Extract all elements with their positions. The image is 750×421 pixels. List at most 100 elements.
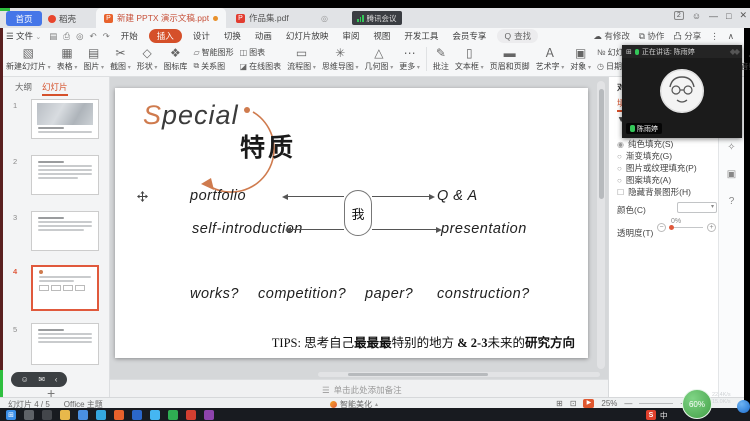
transparency-minus-button[interactable]: − bbox=[657, 223, 666, 232]
tab-docer[interactable]: 稻壳 bbox=[48, 11, 76, 26]
collab-toolbar-pill[interactable]: ☺ ✉ ‹ bbox=[11, 372, 67, 387]
browser-icon[interactable] bbox=[78, 409, 88, 420]
scrollbar-thumb[interactable] bbox=[598, 89, 604, 199]
wechat-icon[interactable] bbox=[168, 409, 178, 420]
collapse-icon[interactable]: ‹ bbox=[55, 375, 58, 384]
tray-assistant-icon[interactable] bbox=[737, 400, 750, 413]
start-button[interactable]: ⊞ bbox=[6, 409, 16, 420]
tencent-meeting-window[interactable]: ⊞ 正在讲话: 陈雨婷 ◆◆ 陈雨婷 bbox=[622, 45, 742, 138]
meeting-mini-bar[interactable]: 腾讯会议 bbox=[352, 11, 402, 25]
connector-arrow-left-1[interactable] bbox=[282, 193, 344, 200]
horizontal-scrollbar[interactable] bbox=[318, 372, 600, 377]
comment-button[interactable]: ✎ 批注 bbox=[433, 46, 449, 72]
tab-home[interactable]: 首页 bbox=[6, 11, 42, 26]
bottom-label-works[interactable]: works? bbox=[190, 286, 239, 302]
menu-tab-design[interactable]: 设计 bbox=[190, 29, 213, 43]
slide-thumbnail-1[interactable]: 1 bbox=[3, 99, 110, 143]
slide-thumbnail-2[interactable]: 2 bbox=[3, 155, 110, 199]
tab-document-pptx[interactable]: P 新建 PPTX 演示文稿.pptx bbox=[96, 8, 226, 28]
shapes-button[interactable]: ◇ 形状 bbox=[137, 46, 158, 72]
collaborate-button[interactable]: ⧉ 协作 bbox=[639, 30, 664, 42]
connector-arrow-right-2[interactable] bbox=[372, 226, 442, 233]
comment-icon[interactable]: ✉ bbox=[38, 375, 45, 384]
qq-icon[interactable] bbox=[150, 409, 160, 420]
search-taskbar-icon[interactable] bbox=[24, 409, 34, 420]
more-icon[interactable]: ⋮ bbox=[710, 31, 719, 42]
option-picture-fill[interactable]: ○ 图片或纹理填充(P) bbox=[617, 162, 697, 174]
header-footer-button[interactable]: ▬ 页眉和页脚 bbox=[490, 46, 530, 72]
wps-icon[interactable] bbox=[114, 409, 124, 420]
redo-icon[interactable]: ↷ bbox=[103, 31, 110, 42]
table-button[interactable]: ▦ 表格 bbox=[57, 46, 78, 72]
color-dropdown[interactable] bbox=[677, 202, 717, 213]
bottom-label-competition[interactable]: competition? bbox=[258, 286, 346, 302]
maximize-icon[interactable]: □ bbox=[726, 11, 731, 21]
editing-canvas[interactable]: Special 特质 portfolio 我 Q & A self-introd… bbox=[110, 77, 608, 397]
mindmap-button[interactable]: ✳ 思维导图 bbox=[322, 46, 359, 72]
slide-thumbnail-5[interactable]: 5 bbox=[3, 323, 110, 369]
option-solid-fill[interactable]: ◉ 纯色填充(S) bbox=[617, 138, 673, 150]
smartart-button[interactable]: ▱ 智能图形 bbox=[193, 47, 233, 58]
slide-4[interactable]: Special 特质 portfolio 我 Q & A self-introd… bbox=[115, 88, 588, 358]
textbox-button[interactable]: ▯ 文本框 bbox=[455, 46, 484, 72]
tab-outline[interactable]: 大纲 bbox=[15, 81, 32, 96]
option-gradient-fill[interactable]: ○ 渐变填充(G) bbox=[617, 150, 672, 162]
beautify-tool-icon[interactable]: ✧ bbox=[727, 142, 735, 153]
menu-tab-review[interactable]: 审阅 bbox=[339, 29, 362, 43]
chart-button[interactable]: ◫ 图表 bbox=[240, 47, 282, 58]
print-icon[interactable]: ⎙ bbox=[63, 31, 70, 42]
option-hide-background[interactable]: ☐ 隐藏背景图形(H) bbox=[617, 186, 691, 198]
diagram-label-presentation[interactable]: presentation bbox=[441, 221, 527, 237]
tips-text[interactable]: TIPS: 思考自己最最最特别的地方 & 2-3未来的研究方向 bbox=[272, 332, 575, 351]
geometry-button[interactable]: △ 几何图 bbox=[365, 46, 394, 72]
connector-arrow-right-1[interactable] bbox=[372, 193, 435, 200]
workspace-badge[interactable]: 2 bbox=[673, 11, 684, 20]
share-button[interactable]: 凸 分享 bbox=[673, 30, 701, 42]
zoom-slider[interactable] bbox=[639, 403, 674, 404]
play-slideshow-button[interactable]: ▶ bbox=[583, 399, 595, 408]
online-chart-button[interactable]: ◪ 在线图表 bbox=[240, 61, 282, 72]
flowchart-button[interactable]: ▭ 流程图 bbox=[287, 46, 316, 72]
relation-chart-button[interactable]: ⧉ 关系图 bbox=[193, 61, 233, 72]
save-icon[interactable]: ▤ bbox=[49, 31, 57, 42]
notes-bar[interactable]: ☰ 单击此处添加备注 bbox=[110, 379, 608, 397]
slide-thumbnail-4-selected[interactable]: 4 bbox=[3, 265, 110, 315]
menu-tab-home[interactable]: 开始 bbox=[118, 29, 141, 43]
app-icon[interactable] bbox=[204, 409, 214, 420]
bottom-label-paper[interactable]: paper? bbox=[365, 286, 413, 302]
pane-tool-icon[interactable]: ▣ bbox=[727, 169, 736, 180]
new-slide-button[interactable]: ▧ 新建幻灯片 bbox=[6, 46, 51, 72]
menu-tab-member[interactable]: 会员专享 bbox=[449, 29, 489, 43]
taskview-icon[interactable] bbox=[42, 409, 52, 420]
collapse-ribbon-icon[interactable]: ∧ bbox=[728, 31, 734, 42]
scrollbar-thumb[interactable] bbox=[348, 373, 488, 376]
sogou-input-icon[interactable]: S bbox=[646, 410, 656, 420]
zoom-level[interactable]: 25% bbox=[601, 399, 617, 408]
zoom-out-icon[interactable]: — bbox=[624, 399, 632, 408]
option-pattern-fill[interactable]: ○ 图案填充(A) bbox=[617, 174, 671, 186]
account-avatar[interactable]: ☺ bbox=[692, 11, 701, 21]
app-icon[interactable] bbox=[132, 409, 142, 420]
menu-tab-insert[interactable]: 插入 bbox=[148, 29, 182, 43]
preview-icon[interactable]: ◎ bbox=[76, 31, 83, 42]
tab-document-pdf[interactable]: P 作品集.pdf ◎ bbox=[228, 8, 336, 28]
app-icon[interactable] bbox=[186, 409, 196, 420]
app-icon[interactable] bbox=[96, 409, 106, 420]
meeting-header[interactable]: ⊞ 正在讲话: 陈雨婷 ◆◆ bbox=[622, 45, 742, 58]
menu-tab-animation[interactable]: 动画 bbox=[252, 29, 275, 43]
tab-slides[interactable]: 幻灯片 bbox=[42, 81, 68, 96]
tab-close-icon[interactable]: ◎ bbox=[321, 14, 328, 23]
menu-tab-transition[interactable]: 切换 bbox=[221, 29, 244, 43]
system-monitor-ball[interactable]: 60% bbox=[682, 389, 712, 419]
minimize-icon[interactable]: — bbox=[709, 11, 718, 21]
slide-thumbnail-3[interactable]: 3 bbox=[3, 211, 110, 255]
slide-title-cn[interactable]: 特质 bbox=[240, 128, 296, 164]
transparency-slider[interactable] bbox=[669, 224, 703, 230]
vertical-scrollbar[interactable] bbox=[597, 81, 605, 369]
menu-tab-devtools[interactable]: 开发工具 bbox=[401, 29, 441, 43]
menu-tab-slideshow[interactable]: 幻灯片放映 bbox=[283, 29, 332, 43]
bottom-label-construction[interactable]: construction? bbox=[437, 286, 530, 302]
explorer-icon[interactable] bbox=[60, 409, 70, 420]
sorter-view-icon[interactable]: ⊡ bbox=[570, 399, 577, 408]
language-indicator[interactable]: 中 bbox=[660, 410, 668, 421]
